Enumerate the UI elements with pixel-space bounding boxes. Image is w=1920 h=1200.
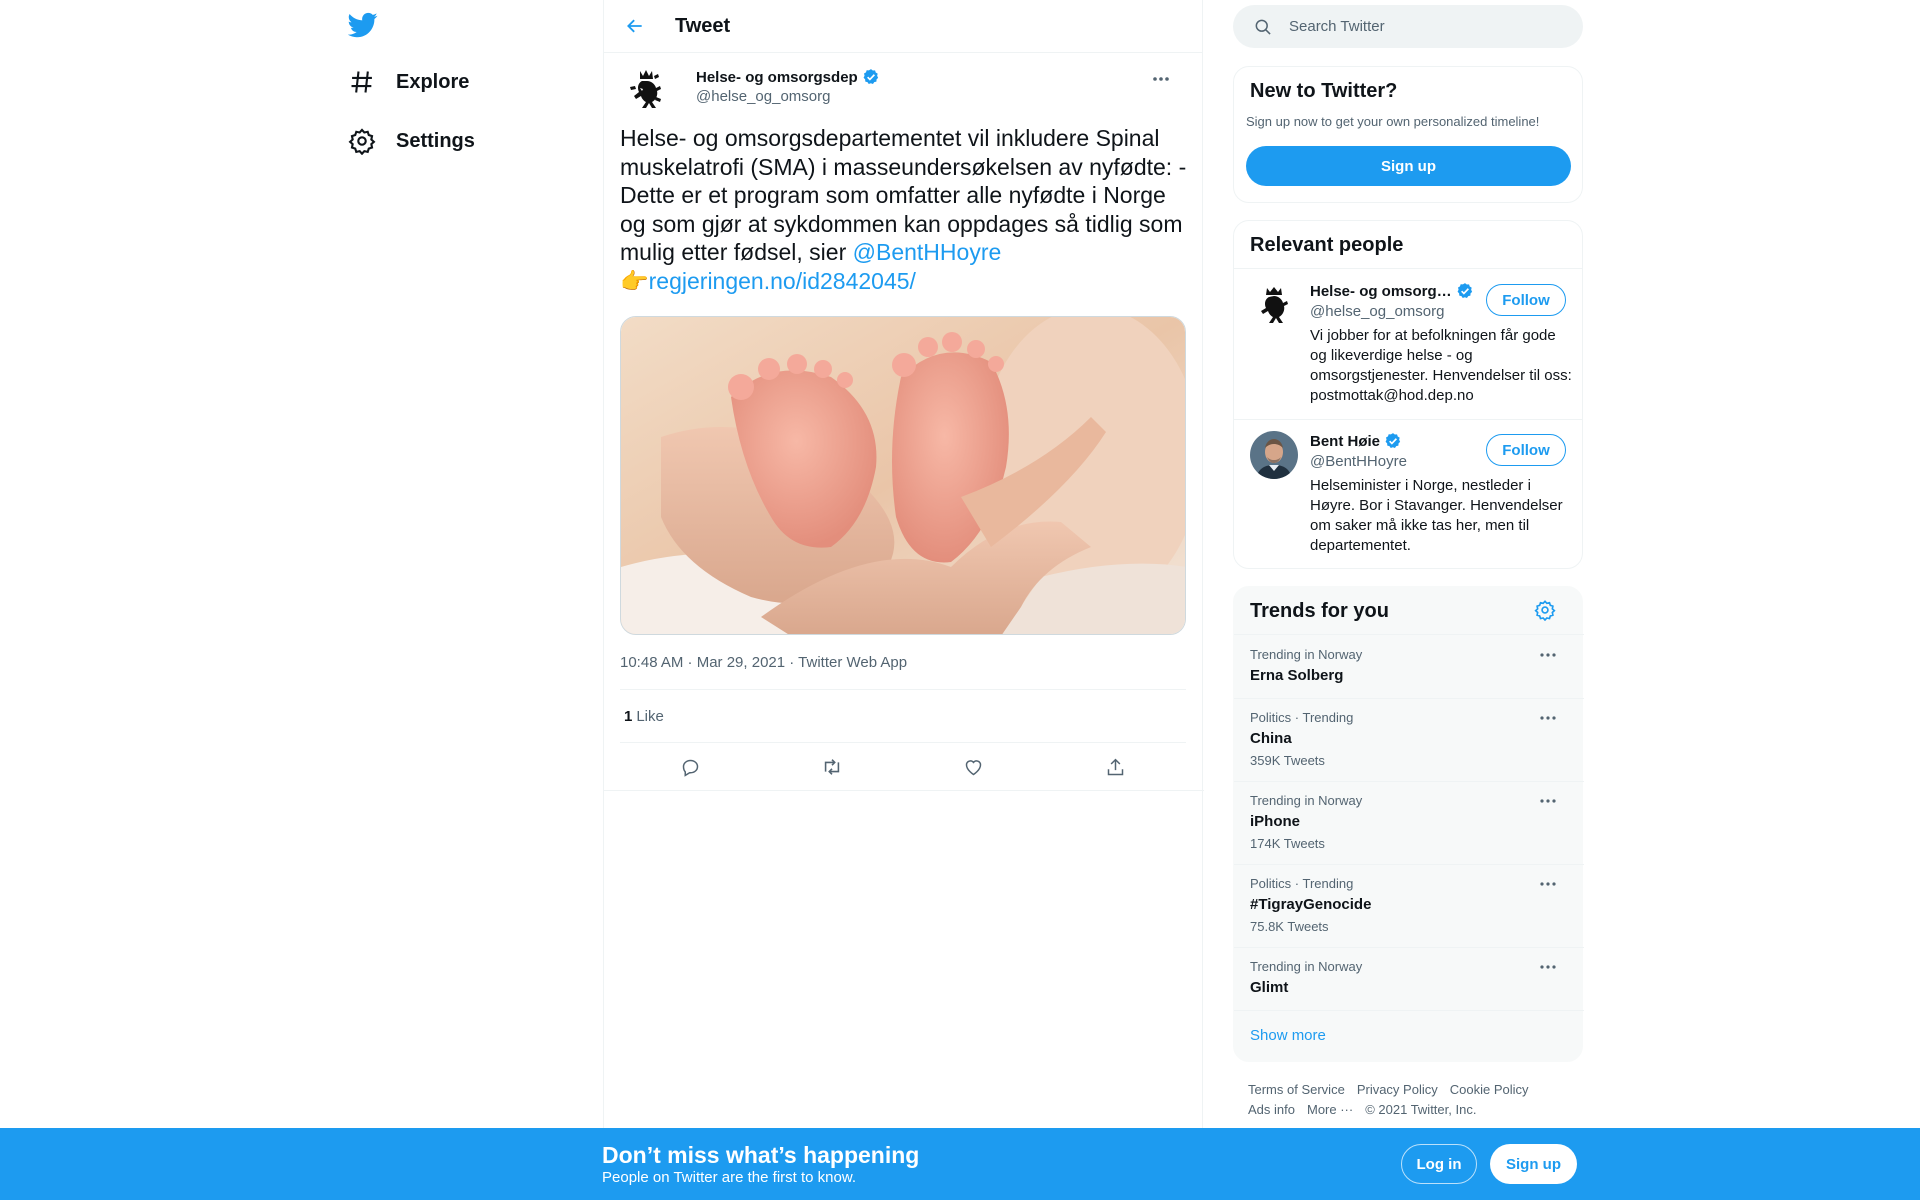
relevant-people-title: Relevant people xyxy=(1250,234,1404,256)
trend-count: 359K Tweets xyxy=(1250,753,1325,768)
nav-explore-label: Explore xyxy=(396,70,470,93)
verified-badge-icon xyxy=(1456,282,1474,300)
verified-badge-icon xyxy=(862,68,880,86)
main-column: Tweet Helse- og omsorgsdep @helse_og_oms… xyxy=(603,0,1204,1200)
trend-title: Glimt xyxy=(1250,979,1289,996)
more-options-icon[interactable] xyxy=(1146,69,1176,89)
hashtag-icon xyxy=(348,68,376,96)
share-icon[interactable] xyxy=(1100,752,1130,782)
relevant-people-card: Relevant people Helse- og omsorg… @helse… xyxy=(1233,220,1583,569)
trend-context: Trending in Norway xyxy=(1250,959,1363,974)
person-bent-hoie[interactable]: Bent Høie @BentHHoyre Follow Helseminist… xyxy=(1234,419,1582,569)
person-name[interactable]: Bent Høie xyxy=(1310,432,1402,450)
search-bar[interactable]: Search Twitter xyxy=(1233,5,1583,48)
show-more-link[interactable]: Show more xyxy=(1250,1027,1326,1044)
trend-title: iPhone xyxy=(1250,813,1301,830)
person-bio: Vi jobber for at befolkningen får gode o… xyxy=(1310,327,1572,404)
tweet-stats[interactable]: 1 Like xyxy=(620,690,1186,743)
trend-count: 174K Tweets xyxy=(1250,836,1325,851)
footer-link[interactable]: Terms of Service xyxy=(1248,1082,1345,1097)
signup-banner: Don’t miss what’s happening People on Tw… xyxy=(0,1128,1920,1200)
sign-up-button[interactable]: Sign up xyxy=(1490,1144,1577,1184)
more-options-icon[interactable] xyxy=(1538,710,1558,726)
banner-subtitle: People on Twitter are the first to know. xyxy=(602,1169,857,1186)
trends-card: Trends for you Trending in Norway Erna S… xyxy=(1233,586,1584,1062)
person-avatar[interactable] xyxy=(1250,431,1298,479)
person-avatar[interactable] xyxy=(1250,281,1298,329)
twitter-logo-icon[interactable] xyxy=(347,10,382,44)
follow-button[interactable]: Follow xyxy=(1486,284,1566,316)
tweet-text: Helse- og omsorgsdepartementet vil inklu… xyxy=(620,124,1195,295)
verified-badge-icon xyxy=(1384,432,1402,450)
reply-icon[interactable] xyxy=(676,752,706,782)
trend-item[interactable]: Politics · Trending #TigrayGenocide 75.8… xyxy=(1234,864,1584,947)
person-name-text: Bent Høie xyxy=(1310,432,1381,450)
footer-more-link[interactable]: More ··· xyxy=(1307,1102,1353,1117)
like-heart-icon[interactable] xyxy=(959,752,989,782)
trends-settings-gear-icon[interactable] xyxy=(1534,599,1556,622)
trend-item[interactable]: Politics · Trending China 359K Tweets xyxy=(1234,698,1584,781)
more-options-icon[interactable] xyxy=(1538,647,1558,663)
new-to-twitter-subtitle: Sign up now to get your own personalized… xyxy=(1246,114,1540,129)
tweet-mention-link[interactable]: @BentHHoyre xyxy=(853,239,1002,265)
search-icon xyxy=(1253,17,1273,37)
trend-context: Politics · Trending xyxy=(1250,876,1354,891)
nav-settings[interactable]: Settings xyxy=(348,117,475,165)
trend-title: China xyxy=(1250,730,1292,747)
tweet-author: Helse- og omsorgsdep @helse_og_omsorg xyxy=(620,53,1186,123)
nav-settings-label: Settings xyxy=(396,129,475,152)
copyright: © 2021 Twitter, Inc. xyxy=(1365,1102,1477,1117)
gear-icon xyxy=(348,127,376,156)
trend-count: 75.8K Tweets xyxy=(1250,919,1329,934)
tweet-url-link[interactable]: regjeringen.no/id2842045/ xyxy=(649,268,916,294)
trend-context: Trending in Norway xyxy=(1250,647,1363,662)
nav-explore[interactable]: Explore xyxy=(348,58,469,106)
trend-item[interactable]: Trending in Norway iPhone 174K Tweets xyxy=(1234,781,1584,864)
footer-link[interactable]: Privacy Policy xyxy=(1357,1082,1438,1097)
footer-link[interactable]: Ads info xyxy=(1248,1102,1295,1117)
person-name-text: Helse- og omsorg… xyxy=(1310,282,1452,300)
new-to-twitter-card: New to Twitter? Sign up now to get your … xyxy=(1233,66,1583,203)
trend-item[interactable]: Trending in Norway Glimt xyxy=(1234,947,1584,1010)
author-avatar[interactable] xyxy=(626,67,666,111)
banner-title: Don’t miss what’s happening xyxy=(602,1142,920,1168)
author-name-text: Helse- og omsorgsdep xyxy=(696,68,858,86)
divider xyxy=(604,790,1204,791)
footer-links: Terms of Service Privacy Policy Cookie Pol… xyxy=(1248,1080,1578,1120)
author-name[interactable]: Helse- og omsorgsdep xyxy=(696,68,880,86)
trend-context: Trending in Norway xyxy=(1250,793,1363,808)
search-input[interactable]: Search Twitter xyxy=(1289,18,1385,35)
tweet-media-image[interactable] xyxy=(620,316,1186,635)
trend-title: Erna Solberg xyxy=(1250,667,1344,684)
tweet: Helse- og omsorgsdep @helse_og_omsorg He… xyxy=(604,53,1202,791)
more-options-icon[interactable] xyxy=(1538,876,1558,892)
log-in-button[interactable]: Log in xyxy=(1401,1144,1477,1184)
page-title: Tweet xyxy=(675,14,731,37)
footer-link[interactable]: Cookie Policy xyxy=(1450,1082,1529,1097)
trend-title: #TigrayGenocide xyxy=(1250,896,1372,913)
pointing-hand-icon: 👉 xyxy=(620,267,649,294)
new-to-twitter-title: New to Twitter? xyxy=(1250,80,1398,102)
person-handle[interactable]: @BentHHoyre xyxy=(1310,453,1407,470)
retweet-icon[interactable] xyxy=(817,752,847,782)
like-count-label: Like xyxy=(636,707,664,725)
tweet-actions xyxy=(620,743,1186,791)
more-options-icon[interactable] xyxy=(1538,793,1558,809)
person-name[interactable]: Helse- og omsorg… xyxy=(1310,282,1474,300)
follow-button[interactable]: Follow xyxy=(1486,434,1566,466)
more-options-icon[interactable] xyxy=(1538,959,1558,975)
trends-title: Trends for you xyxy=(1250,600,1389,622)
trend-item[interactable]: Trending in Norway Erna Solberg xyxy=(1234,635,1584,698)
person-helse-og-omsorg[interactable]: Helse- og omsorg… @helse_og_omsorg Follo… xyxy=(1234,269,1582,419)
sign-up-button[interactable]: Sign up xyxy=(1246,146,1571,186)
back-arrow-icon[interactable] xyxy=(618,9,652,43)
tweet-header: Tweet xyxy=(604,0,1202,53)
divider xyxy=(1234,1010,1584,1011)
person-handle[interactable]: @helse_og_omsorg xyxy=(1310,303,1444,320)
trend-context: Politics · Trending xyxy=(1250,710,1354,725)
tweet-timestamp[interactable]: 10:48 AM · Mar 29, 2021 · Twitter Web Ap… xyxy=(620,654,1186,690)
person-bio: Helseminister i Norge, nestleder i Høyre… xyxy=(1310,477,1563,554)
author-handle[interactable]: @helse_og_omsorg xyxy=(696,88,830,105)
like-count: 1 xyxy=(624,707,633,725)
